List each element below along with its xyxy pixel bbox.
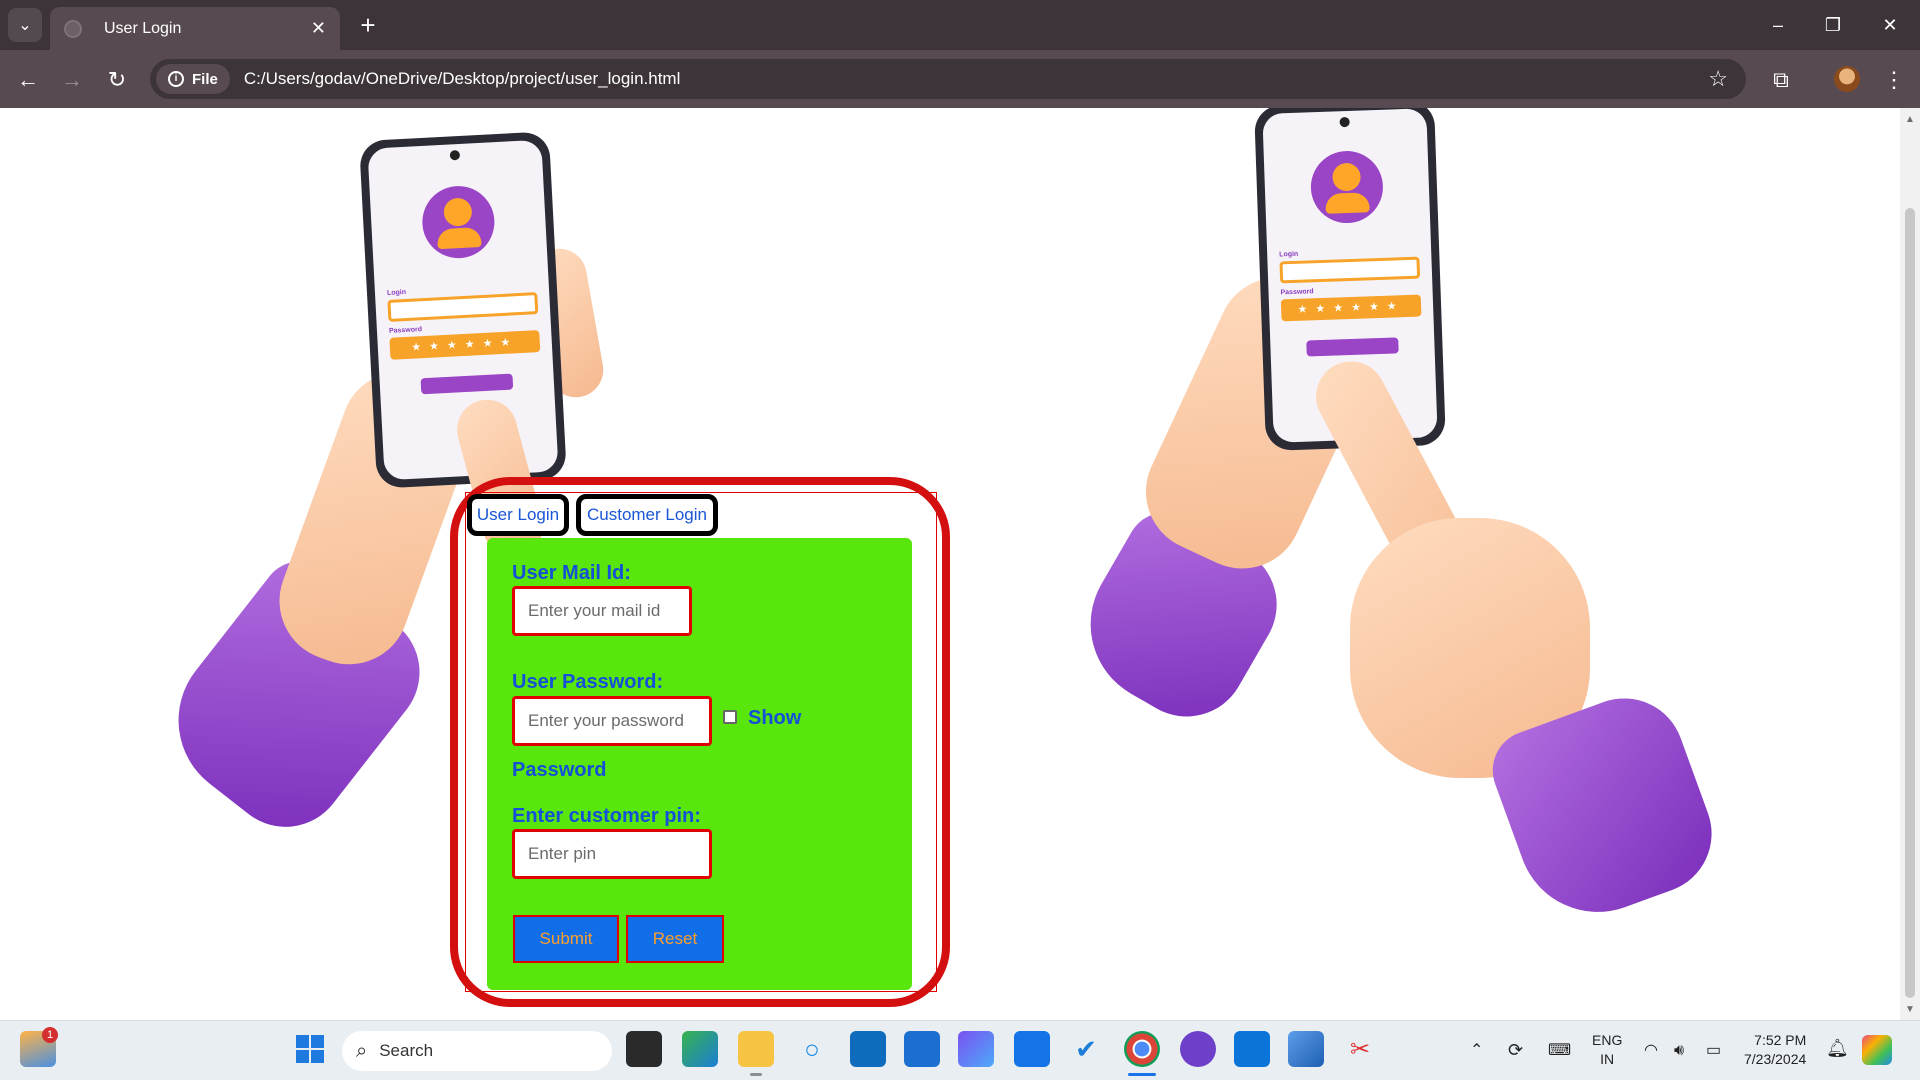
- tab-user-login[interactable]: User Login ✕: [50, 7, 340, 50]
- file-explorer-icon[interactable]: [738, 1031, 774, 1067]
- remote-desktop-icon[interactable]: [904, 1031, 940, 1067]
- cortana-circle-icon[interactable]: ○: [794, 1031, 830, 1067]
- weather-badge: 1: [42, 1027, 58, 1043]
- windows-logo-icon: [296, 1035, 324, 1063]
- mail-input[interactable]: Enter your mail id: [512, 586, 692, 636]
- close-tab-icon[interactable]: ✕: [311, 18, 326, 39]
- teams-like-icon[interactable]: [1014, 1031, 1050, 1067]
- tray-chevron-up-icon[interactable]: ⌃: [1470, 1041, 1483, 1060]
- github-desktop-icon[interactable]: [1180, 1031, 1216, 1067]
- language-indicator[interactable]: ENG IN: [1592, 1031, 1622, 1069]
- active-app-indicator: [1128, 1073, 1156, 1076]
- page-scrollbar[interactable]: ▲ ▼: [1900, 108, 1920, 1020]
- scroll-up-arrow-icon[interactable]: ▲: [1904, 114, 1916, 126]
- chrome-icon[interactable]: [1124, 1031, 1160, 1067]
- vscode-icon[interactable]: [1234, 1031, 1270, 1067]
- scroll-down-arrow-icon[interactable]: ▼: [1904, 1004, 1916, 1016]
- search-icon: ⌕: [356, 1039, 368, 1062]
- scroll-thumb[interactable]: [1905, 208, 1915, 998]
- password-input[interactable]: Enter your password: [512, 696, 712, 746]
- clock[interactable]: 7:52 PM 7/23/2024: [1744, 1031, 1806, 1069]
- menu-kebab-icon[interactable]: ⋮: [1878, 64, 1910, 96]
- reload-icon[interactable]: ↻: [101, 64, 133, 96]
- tab-user-login-button[interactable]: User Login: [467, 494, 569, 536]
- sync-icon[interactable]: ⟳: [1508, 1041, 1523, 1060]
- back-arrow-icon[interactable]: ←: [12, 64, 44, 96]
- bookmark-star-icon[interactable]: ☆: [1708, 66, 1728, 92]
- show-password-checkbox[interactable]: [723, 710, 737, 724]
- lang-line1: ENG: [1592, 1032, 1623, 1048]
- task-view-icon[interactable]: [626, 1031, 662, 1067]
- notification-bell-icon[interactable]: 🔔︎: [1826, 1039, 1849, 1058]
- new-tab-plus-icon[interactable]: +: [352, 10, 384, 42]
- tab-customer-login-button[interactable]: Customer Login: [576, 494, 718, 536]
- copilot-icon[interactable]: [958, 1031, 994, 1067]
- url-text[interactable]: C:/Users/godav/OneDrive/Desktop/project/…: [244, 69, 1708, 89]
- volume-icon[interactable]: 🔊︎: [1674, 1041, 1684, 1060]
- outlook-icon[interactable]: [850, 1031, 886, 1067]
- file-chip-label: File: [192, 70, 218, 88]
- browser-toolbar: ← → ↻ i File C:/Users/godav/OneDrive/Des…: [0, 50, 1920, 108]
- show-password-label-cont: Password: [512, 759, 607, 781]
- tab-title: User Login: [104, 19, 182, 37]
- submit-button[interactable]: Submit: [513, 915, 619, 963]
- info-icon: i: [168, 71, 184, 87]
- web-page: Login Password ★★★★★★ Login Password ★★★…: [0, 108, 1900, 1020]
- globe-icon: [64, 19, 82, 38]
- wifi-icon[interactable]: ◠: [1644, 1041, 1658, 1060]
- tab-search-chevron-icon[interactable]: ⌄: [8, 8, 42, 42]
- close-window-icon[interactable]: ✕: [1872, 10, 1908, 40]
- address-bar[interactable]: i File C:/Users/godav/OneDrive/Desktop/p…: [150, 59, 1746, 99]
- keyboard-icon[interactable]: ⌨: [1548, 1041, 1571, 1060]
- profile-avatar[interactable]: [1834, 66, 1860, 92]
- taskbar-search-box[interactable]: ⌕ Search: [342, 1031, 612, 1071]
- extensions-puzzle-icon[interactable]: ⧉: [1765, 64, 1797, 96]
- reset-button[interactable]: Reset: [626, 915, 724, 963]
- site-info-chip[interactable]: i File: [156, 64, 230, 94]
- pin-label: Enter customer pin:: [512, 805, 701, 827]
- screen: ⌄ User Login ✕ + – ❐ ✕ ← → ↻ i File C:/U…: [0, 0, 1920, 1080]
- password-label: User Password:: [512, 671, 664, 693]
- pin-input[interactable]: Enter pin: [512, 829, 712, 879]
- restore-icon[interactable]: ❐: [1815, 10, 1851, 40]
- lang-line2: IN: [1600, 1051, 1615, 1067]
- battery-icon[interactable]: ▭: [1706, 1041, 1721, 1060]
- todo-check-icon[interactable]: ✔: [1068, 1031, 1104, 1067]
- show-password-label: Show: [748, 707, 802, 729]
- minimize-icon[interactable]: –: [1760, 10, 1796, 40]
- login-widget: User Login Customer Login User Mail Id: …: [0, 108, 1900, 1020]
- forward-arrow-icon[interactable]: →: [56, 64, 88, 96]
- photos-icon[interactable]: [1288, 1031, 1324, 1067]
- clock-time: 7:52 PM: [1754, 1032, 1807, 1048]
- taskbar-search-label: Search: [379, 1041, 434, 1060]
- windows-start-icon[interactable]: [292, 1031, 328, 1067]
- windows-taskbar: 1 ⌕ Search ○ ✔ ✂ ⌃ ⟳ ⌨ ENG IN ◠ 🔊︎ ▭ 7:5…: [0, 1020, 1920, 1080]
- running-indicator: [750, 1073, 762, 1076]
- snipping-tool-icon[interactable]: ✂: [1342, 1031, 1378, 1067]
- clock-date: 7/23/2024: [1744, 1051, 1807, 1067]
- copilot-pre-icon[interactable]: [1862, 1035, 1892, 1065]
- edge-browser-icon[interactable]: [682, 1031, 718, 1067]
- browser-tabstrip: ⌄ User Login ✕ + – ❐ ✕: [0, 0, 1920, 50]
- mail-label: User Mail Id:: [512, 562, 631, 584]
